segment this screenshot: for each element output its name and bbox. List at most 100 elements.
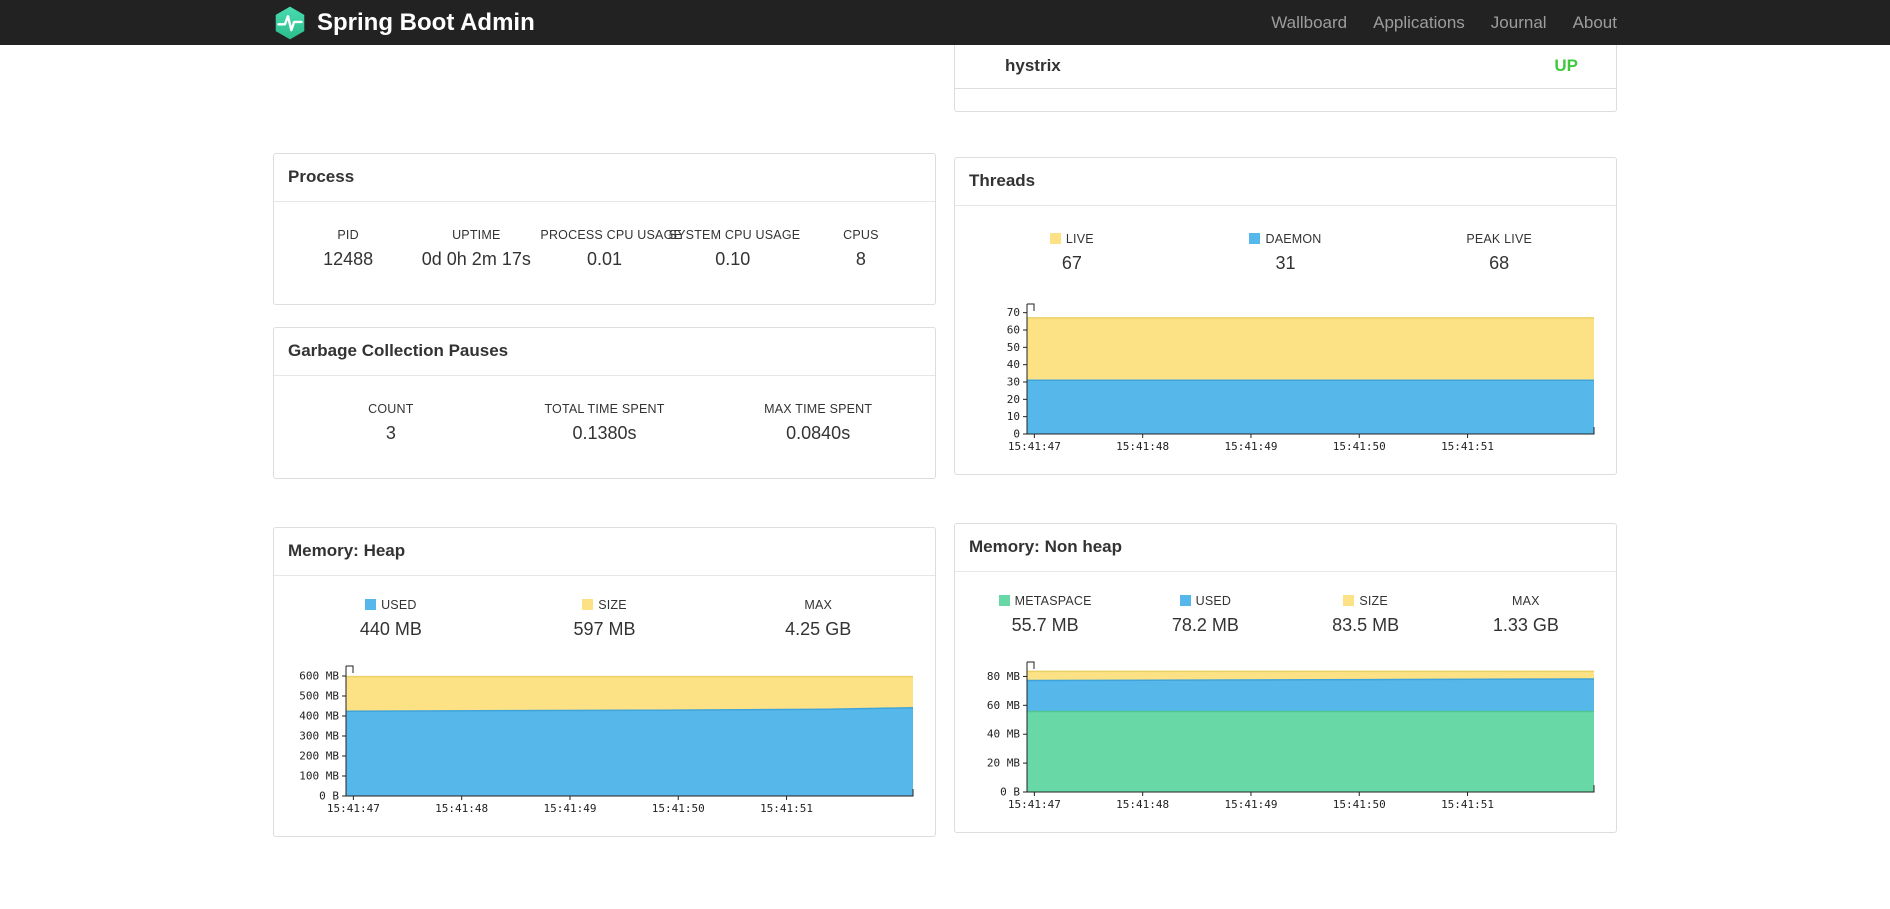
- stat-max: MAX 1.33 GB: [1492, 594, 1559, 635]
- nav-links: Wallboard Applications Journal About: [1258, 0, 1630, 45]
- svg-text:15:41:49: 15:41:49: [1224, 440, 1277, 453]
- svg-text:60: 60: [1007, 324, 1020, 337]
- svg-text:100 MB: 100 MB: [299, 770, 339, 783]
- used-legend-swatch-icon: [365, 599, 377, 610]
- svg-text:15:41:51: 15:41:51: [1441, 440, 1494, 453]
- stat-used: USED 440 MB: [359, 598, 422, 639]
- daemon-legend-swatch-icon: [1249, 233, 1261, 244]
- stat-total-time-spent: TOTAL TIME SPENT 0.1380s: [544, 402, 665, 443]
- stat-system-cpu-usage: SYSTEM CPU USAGE 0.10: [668, 228, 801, 269]
- stat-live: LIVE 67: [965, 232, 1179, 274]
- svg-text:500 MB: 500 MB: [299, 690, 339, 703]
- svg-text:20: 20: [1007, 393, 1020, 406]
- used-legend-swatch-icon: [1179, 595, 1191, 606]
- nav-item: Applications: [1360, 0, 1478, 45]
- svg-text:15:41:48: 15:41:48: [1116, 440, 1169, 453]
- svg-text:15:41:50: 15:41:50: [652, 802, 705, 815]
- memory-heap-chart: 0 B 100 MB 200 MB 300 MB 400 MB 500 MB 600 MB 1…: [288, 654, 921, 822]
- live-legend-swatch-icon: [1049, 233, 1061, 244]
- svg-text:15:41:47: 15:41:47: [1008, 440, 1061, 453]
- memory-nonheap-legend: METASPACE 55.7 MB USED 78.2 MB SIZE 83.5…: [955, 572, 1616, 650]
- nav-applications[interactable]: Applications: [1360, 0, 1478, 45]
- stat-uptime: UPTIME 0d 0h 2m 17s: [421, 228, 531, 269]
- svg-text:40 MB: 40 MB: [987, 728, 1020, 741]
- process-panel: Process PID 12488 UPTIME 0d 0h 2m 17s PR…: [273, 153, 936, 305]
- svg-text:0 B: 0 B: [319, 790, 339, 803]
- stat-process-cpu-usage: PROCESS CPU USAGE 0.01: [540, 228, 683, 269]
- main-content: Process PID 12488 UPTIME 0d 0h 2m 17s PR…: [273, 45, 1617, 909]
- svg-text:15:41:51: 15:41:51: [760, 802, 813, 815]
- svg-text:200 MB: 200 MB: [299, 750, 339, 763]
- brand-title: Spring Boot Admin: [317, 8, 535, 36]
- size-legend-swatch-icon: [582, 599, 594, 610]
- svg-text:15:41:48: 15:41:48: [1116, 798, 1169, 811]
- application-status-badge: UP: [1554, 56, 1578, 75]
- stat-pid: PID 12488: [323, 228, 374, 269]
- nav-item: About: [1560, 0, 1630, 45]
- svg-text:30: 30: [1007, 376, 1020, 389]
- threads-chart-svg: 0 10 20 30 40 50 60 70 15:41:47 15:41:48 15:41:49 1…: [1007, 303, 1595, 453]
- svg-text:10: 10: [1007, 410, 1020, 423]
- nav-item: Journal: [1478, 0, 1560, 45]
- stat-size: SIZE 597 MB: [573, 598, 636, 639]
- svg-text:0: 0: [1013, 428, 1020, 441]
- stat-metaspace: METASPACE 55.7 MB: [965, 594, 1125, 636]
- metaspace-legend-swatch-icon: [998, 595, 1010, 606]
- process-panel-title: Process: [274, 154, 935, 202]
- memory-nonheap-panel-title: Memory: Non heap: [955, 524, 1616, 572]
- svg-text:15:41:48: 15:41:48: [435, 802, 488, 815]
- nav-about[interactable]: About: [1560, 0, 1630, 45]
- stat-max-time-spent: MAX TIME SPENT 0.0840s: [764, 402, 873, 443]
- left-column: Process PID 12488 UPTIME 0d 0h 2m 17s PR…: [273, 45, 936, 837]
- stat-daemon: DAEMON 31: [1179, 232, 1393, 274]
- stat-size: SIZE 83.5 MB: [1332, 594, 1400, 635]
- gc-panel: Garbage Collection Pauses COUNT 3 TOTAL …: [273, 327, 936, 479]
- stat-max: MAX 4.25 GB: [785, 598, 852, 639]
- svg-text:0 B: 0 B: [1000, 786, 1020, 799]
- applications-panel-footer: [955, 89, 1616, 111]
- svg-text:15:41:47: 15:41:47: [1008, 798, 1061, 811]
- threads-panel-title: Threads: [955, 158, 1616, 206]
- svg-text:300 MB: 300 MB: [299, 730, 339, 743]
- gc-stats: COUNT 3 TOTAL TIME SPENT 0.1380s MAX TIM…: [274, 376, 935, 478]
- svg-text:50: 50: [1007, 341, 1020, 354]
- stat-used: USED 78.2 MB: [1171, 594, 1239, 635]
- spring-boot-admin-logo-icon: [275, 6, 305, 39]
- stat-count: COUNT 3: [368, 402, 414, 443]
- svg-text:15:41:50: 15:41:50: [1333, 440, 1386, 453]
- memory-heap-chart-svg: 0 B 100 MB 200 MB 300 MB 400 MB 500 MB 600 MB 1…: [299, 665, 914, 815]
- svg-text:15:41:51: 15:41:51: [1441, 798, 1494, 811]
- memory-heap-legend: USED 440 MB SIZE 597 MB MAX 4.25 GB: [274, 576, 935, 654]
- navbar-inner: Spring Boot Admin Wallboard Applications…: [273, 0, 1617, 45]
- brand-link[interactable]: Spring Boot Admin: [273, 6, 535, 40]
- svg-text:600 MB: 600 MB: [299, 670, 339, 683]
- memory-heap-panel: Memory: Heap USED 440 MB SIZE 597 MB MAX…: [273, 527, 936, 837]
- navbar: Spring Boot Admin Wallboard Applications…: [0, 0, 1890, 45]
- memory-nonheap-panel: Memory: Non heap METASPACE 55.7 MB USED …: [954, 523, 1617, 833]
- threads-chart: 0 10 20 30 40 50 60 70 15:41:47 15:41:48 15:41:49 1…: [969, 292, 1602, 460]
- gc-panel-title: Garbage Collection Pauses: [274, 328, 935, 376]
- svg-text:60 MB: 60 MB: [987, 699, 1020, 712]
- svg-text:400 MB: 400 MB: [299, 710, 339, 723]
- memory-nonheap-chart-svg: 0 B 20 MB 40 MB 60 MB 80 MB 15:41:47 15:41:48 1…: [987, 661, 1595, 811]
- applications-panel: hystrix UP: [954, 45, 1617, 112]
- size-legend-swatch-icon: [1343, 595, 1355, 606]
- stat-cpus: CPUS 8: [843, 228, 879, 269]
- process-stats: PID 12488 UPTIME 0d 0h 2m 17s PROCESS CP…: [274, 202, 935, 304]
- stat-peak-live: PEAK LIVE 68: [1466, 232, 1533, 273]
- nav-item: Wallboard: [1258, 0, 1360, 45]
- svg-text:15:41:49: 15:41:49: [1224, 798, 1277, 811]
- threads-legend: LIVE 67 DAEMON 31 PEAK LIVE 68: [955, 206, 1616, 292]
- nav-wallboard[interactable]: Wallboard: [1258, 0, 1360, 45]
- svg-text:40: 40: [1007, 358, 1020, 371]
- svg-text:15:41:49: 15:41:49: [543, 802, 596, 815]
- svg-text:20 MB: 20 MB: [987, 757, 1020, 770]
- nav-journal[interactable]: Journal: [1478, 0, 1560, 45]
- svg-text:15:41:47: 15:41:47: [327, 802, 380, 815]
- svg-text:70: 70: [1007, 306, 1020, 319]
- memory-heap-panel-title: Memory: Heap: [274, 528, 935, 576]
- application-row[interactable]: hystrix UP: [955, 45, 1616, 89]
- right-column: hystrix UP Threads LIVE 67 DAEMON 31 PEA…: [954, 45, 1617, 837]
- application-name: hystrix: [1005, 56, 1061, 75]
- svg-text:15:41:50: 15:41:50: [1333, 798, 1386, 811]
